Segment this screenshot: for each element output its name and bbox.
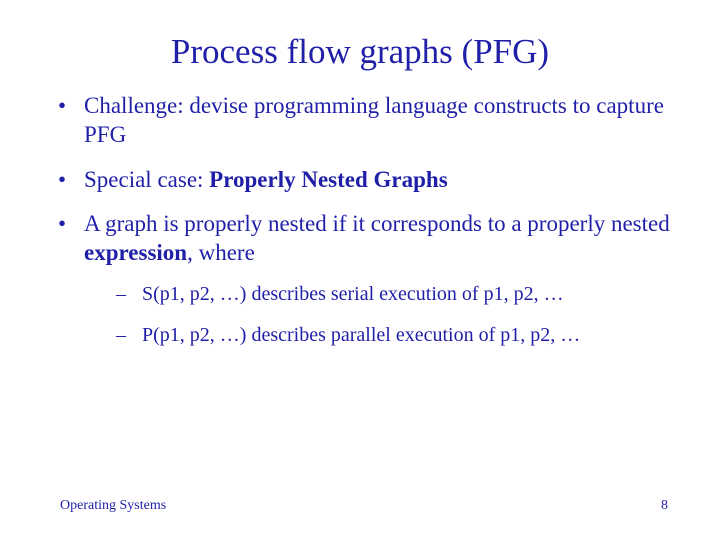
bullet-bold: expression [84, 240, 187, 265]
bullet-text: Special case: [84, 167, 209, 192]
sub-bullet-item: S(p1, p2, …) describes serial execution … [84, 282, 672, 307]
bullet-text: A graph is properly nested if it corresp… [84, 211, 670, 236]
bullet-text: Challenge: devise programming language c… [84, 93, 664, 147]
bullet-bold: Properly Nested Graphs [209, 167, 448, 192]
sub-bullet-text: P(p1, p2, …) describes parallel executio… [142, 324, 580, 346]
slide-title: Process flow graphs (PFG) [48, 32, 672, 72]
sub-bullet-item: P(p1, p2, …) describes parallel executio… [84, 323, 672, 348]
bullet-list: Challenge: devise programming language c… [48, 92, 672, 348]
bullet-item: A graph is properly nested if it corresp… [48, 210, 672, 348]
slide: Process flow graphs (PFG) Challenge: dev… [0, 0, 720, 540]
bullet-item: Challenge: devise programming language c… [48, 92, 672, 150]
bullet-item: Special case: Properly Nested Graphs [48, 166, 672, 195]
page-number: 8 [661, 498, 668, 514]
sub-bullet-list: S(p1, p2, …) describes serial execution … [84, 282, 672, 348]
sub-bullet-text: S(p1, p2, …) describes serial execution … [142, 283, 564, 305]
footer-left: Operating Systems [60, 498, 166, 514]
bullet-text: , where [187, 240, 255, 265]
